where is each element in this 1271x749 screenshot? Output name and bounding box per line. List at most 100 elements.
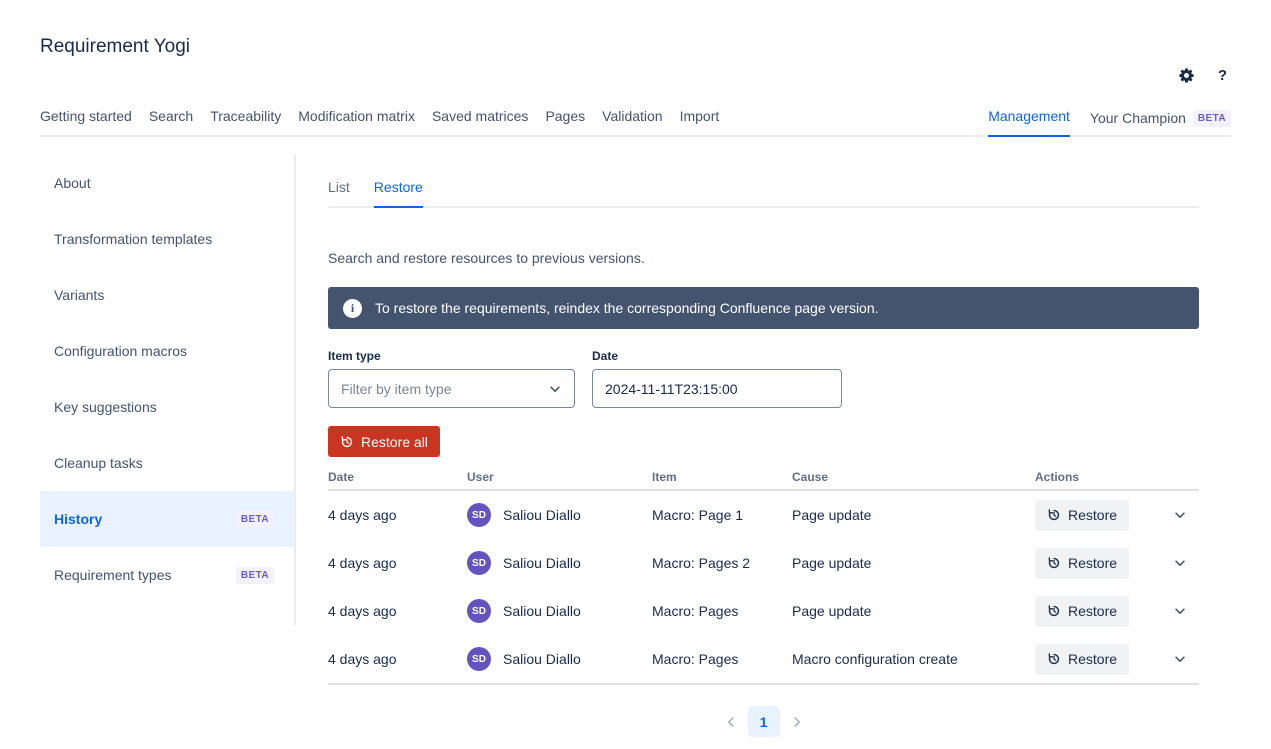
page-title: Requirement Yogi <box>40 36 190 58</box>
item-type-placeholder: Filter by item type <box>341 381 451 397</box>
page-number[interactable]: 1 <box>748 706 780 737</box>
sidebar-item-key-suggestions[interactable]: Key suggestions <box>40 379 294 435</box>
column-header-cause: Cause <box>792 470 1035 484</box>
chevron-left-icon[interactable] <box>724 715 738 729</box>
avatar: SD <box>467 647 491 671</box>
info-banner-text: To restore the requirements, reindex the… <box>375 300 879 316</box>
table-row: 4 days ago SD Saliou Diallo Macro: Pages… <box>328 587 1199 635</box>
chevron-down-icon[interactable] <box>1173 652 1187 666</box>
user-name: Saliou Diallo <box>503 507 581 523</box>
cell-item: Macro: Pages <box>652 651 792 667</box>
chevron-down-icon[interactable] <box>1173 556 1187 570</box>
avatar: SD <box>467 551 491 575</box>
restore-button-label: Restore <box>1068 555 1117 571</box>
cell-item: Macro: Page 1 <box>652 507 792 523</box>
sidebar-item-history[interactable]: History BETA <box>40 491 294 547</box>
restore-button-label: Restore <box>1068 603 1117 619</box>
tab-your-champion[interactable]: Your Champion BETA <box>1090 110 1231 136</box>
restore-button-label: Restore <box>1068 507 1117 523</box>
tab-validation[interactable]: Validation <box>602 108 662 137</box>
tab-search[interactable]: Search <box>149 108 193 137</box>
history-icon <box>340 435 354 449</box>
restore-button[interactable]: Restore <box>1035 500 1129 531</box>
column-header-actions: Actions <box>1035 470 1199 484</box>
sidebar-item-about[interactable]: About <box>40 155 294 211</box>
restore-all-button[interactable]: Restore all <box>328 426 440 457</box>
tab-restore[interactable]: Restore <box>374 179 423 208</box>
sidebar-item-transformation-templates[interactable]: Transformation templates <box>40 211 294 267</box>
tab-saved-matrices[interactable]: Saved matrices <box>432 108 528 137</box>
tab-modification-matrix[interactable]: Modification matrix <box>298 108 415 137</box>
beta-badge: BETA <box>236 567 274 584</box>
tab-traceability[interactable]: Traceability <box>210 108 281 137</box>
item-type-select[interactable]: Filter by item type <box>328 369 575 408</box>
date-input[interactable] <box>592 369 842 408</box>
beta-badge: BETA <box>236 511 274 528</box>
history-icon <box>1047 652 1061 666</box>
cell-cause: Page update <box>792 555 1035 571</box>
sidebar-item-label: Requirement types <box>54 567 172 583</box>
top-nav-left: Getting started Search Traceability Modi… <box>40 108 719 135</box>
sidebar: About Transformation templates Variants … <box>40 155 296 625</box>
sidebar-item-requirement-types[interactable]: Requirement types BETA <box>40 547 294 603</box>
history-icon <box>1047 508 1061 522</box>
chevron-right-icon[interactable] <box>790 715 804 729</box>
restore-description: Search and restore resources to previous… <box>328 250 1199 266</box>
cell-cause: Macro configuration create <box>792 651 1035 667</box>
cell-item: Macro: Pages <box>652 603 792 619</box>
chevron-down-icon[interactable] <box>1173 508 1187 522</box>
cell-user: SD Saliou Diallo <box>467 551 652 575</box>
restore-button[interactable]: Restore <box>1035 596 1129 627</box>
user-name: Saliou Diallo <box>503 555 581 571</box>
table-row: 4 days ago SD Saliou Diallo Macro: Pages… <box>328 635 1199 683</box>
top-nav-right: Management Your Champion BETA <box>988 108 1231 135</box>
cell-cause: Page update <box>792 507 1035 523</box>
header-actions: ? <box>1177 66 1227 85</box>
tab-management[interactable]: Management <box>988 108 1070 137</box>
tab-your-champion-label: Your Champion <box>1090 110 1186 126</box>
cell-date: 4 days ago <box>328 603 467 619</box>
sidebar-item-label: About <box>54 175 91 191</box>
help-icon[interactable]: ? <box>1218 67 1227 84</box>
history-icon <box>1047 604 1061 618</box>
cell-cause: Page update <box>792 603 1035 619</box>
tab-import[interactable]: Import <box>680 108 720 137</box>
cell-actions: Restore <box>1035 644 1199 675</box>
sidebar-item-label: Variants <box>54 287 104 303</box>
date-label: Date <box>592 349 842 363</box>
user-name: Saliou Diallo <box>503 603 581 619</box>
date-filter: Date <box>592 349 842 408</box>
chevron-down-icon[interactable] <box>1173 604 1187 618</box>
cell-user: SD Saliou Diallo <box>467 599 652 623</box>
sidebar-item-variants[interactable]: Variants <box>40 267 294 323</box>
cell-user: SD Saliou Diallo <box>467 503 652 527</box>
page: Requirement Yogi ? Getting started Searc… <box>0 0 1271 749</box>
table-body: 4 days ago SD Saliou Diallo Macro: Page … <box>328 491 1199 685</box>
item-type-filter: Item type Filter by item type <box>328 349 575 408</box>
cell-item: Macro: Pages 2 <box>652 555 792 571</box>
history-icon <box>1047 556 1061 570</box>
cell-date: 4 days ago <box>328 507 467 523</box>
avatar: SD <box>467 503 491 527</box>
pagination: 1 <box>328 706 1199 737</box>
table-row: 4 days ago SD Saliou Diallo Macro: Pages… <box>328 539 1199 587</box>
tab-getting-started[interactable]: Getting started <box>40 108 132 137</box>
restore-button[interactable]: Restore <box>1035 548 1129 579</box>
cell-actions: Restore <box>1035 548 1199 579</box>
sidebar-item-cleanup-tasks[interactable]: Cleanup tasks <box>40 435 294 491</box>
sidebar-item-label: History <box>54 511 102 527</box>
info-banner: i To restore the requirements, reindex t… <box>328 287 1199 329</box>
sidebar-item-label: Key suggestions <box>54 399 157 415</box>
restore-button-label: Restore <box>1068 651 1117 667</box>
beta-badge: BETA <box>1193 110 1231 127</box>
table-row: 4 days ago SD Saliou Diallo Macro: Page … <box>328 491 1199 539</box>
tab-list[interactable]: List <box>328 179 350 208</box>
restore-button[interactable]: Restore <box>1035 644 1129 675</box>
gear-icon[interactable] <box>1177 66 1196 85</box>
sidebar-item-label: Cleanup tasks <box>54 455 143 471</box>
item-type-label: Item type <box>328 349 575 363</box>
user-name: Saliou Diallo <box>503 651 581 667</box>
sidebar-item-configuration-macros[interactable]: Configuration macros <box>40 323 294 379</box>
tab-pages[interactable]: Pages <box>545 108 585 137</box>
column-header-date: Date <box>328 470 467 484</box>
